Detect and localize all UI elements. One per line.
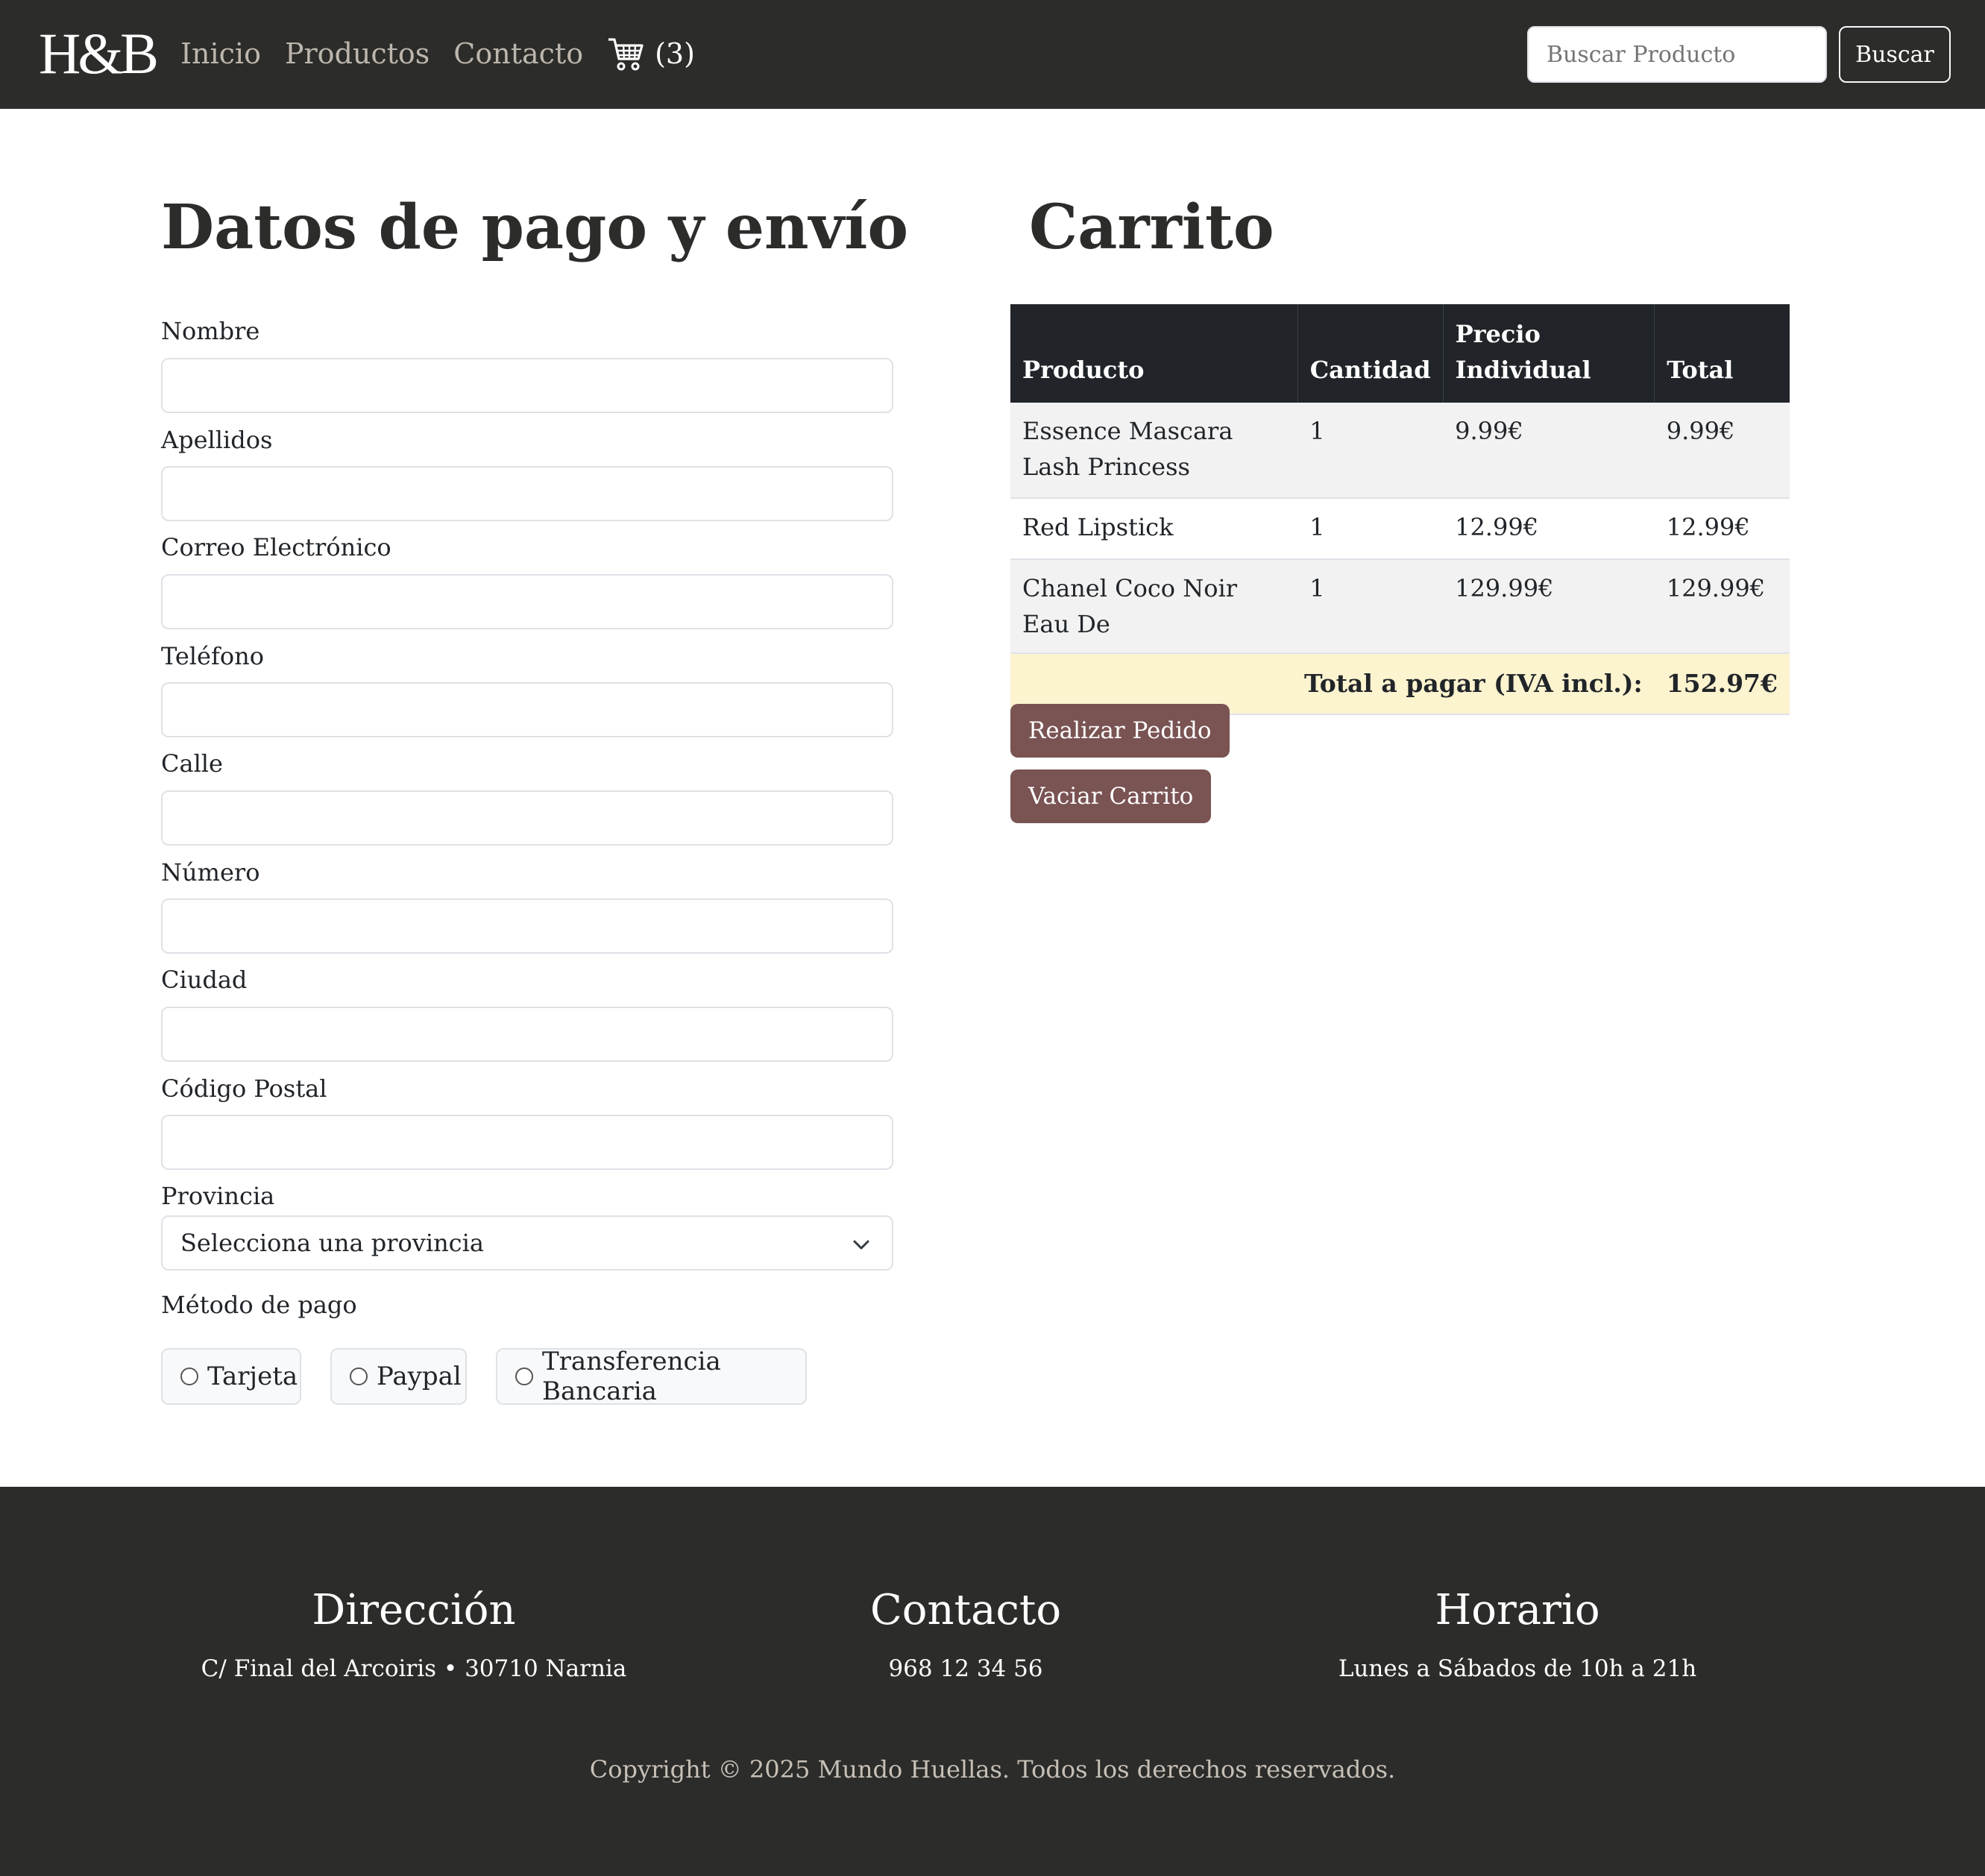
product-qty: 1	[1297, 559, 1444, 654]
copyright: Copyright © 2025 Mundo Huellas. Todos lo…	[589, 1755, 1396, 1784]
numero-field[interactable]	[161, 898, 893, 954]
payment-option-label: Tarjeta	[207, 1362, 298, 1391]
codigo-postal-field[interactable]	[161, 1115, 893, 1170]
footer-col-direccion: Dirección C/ Final del Arcoiris • 30710 …	[190, 1581, 638, 1685]
search-input[interactable]	[1527, 26, 1827, 83]
nav-link-inicio[interactable]: Inicio	[180, 33, 261, 75]
label-numero: Número	[161, 858, 260, 887]
product-price: 12.99€	[1443, 498, 1655, 560]
total-value: 152.97€	[1654, 653, 1790, 715]
calle-field[interactable]	[161, 790, 893, 846]
payment-option-label: Paypal	[377, 1362, 462, 1391]
product-qty: 1	[1297, 498, 1444, 560]
header-precio-individual: Precio Individual	[1443, 304, 1655, 403]
label-provincia: Provincia	[161, 1182, 275, 1210]
label-calle: Calle	[161, 749, 223, 778]
payment-option-tarjeta[interactable]: Tarjeta	[161, 1348, 301, 1405]
header-total: Total	[1654, 304, 1790, 403]
footer-col-contacto: Contacto 968 12 34 56	[742, 1581, 1189, 1685]
label-email: Correo Electrónico	[161, 533, 391, 561]
footer-col-horario: Horario Lunes a Sábados de 10h a 21h	[1294, 1581, 1741, 1685]
label-metodo-pago: Método de pago	[161, 1291, 357, 1319]
footer-text: 968 12 34 56	[888, 1655, 1043, 1682]
search-button[interactable]: Buscar	[1839, 26, 1951, 83]
apellidos-field[interactable]	[161, 466, 893, 521]
telefono-field[interactable]	[161, 682, 893, 737]
shopping-cart-icon	[608, 38, 644, 71]
payment-option-paypal[interactable]: Paypal	[330, 1348, 467, 1405]
product-name: Chanel Coco Noir Eau De	[1010, 559, 1298, 654]
product-total: 129.99€	[1654, 559, 1790, 654]
radio-icon[interactable]	[180, 1367, 198, 1385]
product-total: 9.99€	[1654, 403, 1790, 499]
cart-title: Carrito	[1029, 192, 1274, 263]
label-telefono: Teléfono	[161, 642, 264, 670]
product-qty: 1	[1297, 403, 1444, 499]
place-order-button[interactable]: Realizar Pedido	[1010, 704, 1230, 758]
footer-title: Contacto	[869, 1586, 1062, 1634]
provincia-selected-value: Selecciona una provincia	[180, 1229, 484, 1257]
label-apellidos: Apellidos	[161, 426, 273, 454]
nombre-field[interactable]	[161, 358, 893, 413]
table-row: Essence Mascara Lash Princess 1 9.99€ 9.…	[1010, 403, 1790, 499]
email-field[interactable]	[161, 574, 893, 629]
payment-option-transferencia[interactable]: Transferencia Bancaria	[496, 1347, 807, 1406]
header-producto: Producto	[1010, 304, 1298, 403]
radio-icon[interactable]	[350, 1367, 368, 1385]
label-nombre: Nombre	[161, 317, 260, 345]
product-price: 129.99€	[1443, 559, 1655, 654]
product-name: Red Lipstick	[1010, 498, 1298, 560]
brand-logo[interactable]: H&B	[39, 19, 159, 88]
payment-option-label: Transferencia Bancaria	[542, 1347, 721, 1406]
footer: Dirección C/ Final del Arcoiris • 30710 …	[0, 1487, 1985, 1876]
nav-links: Inicio Productos Contacto (3)	[180, 33, 695, 75]
footer-title: Dirección	[312, 1586, 516, 1634]
table-row: Chanel Coco Noir Eau De 1 129.99€ 129.99…	[1010, 559, 1790, 654]
product-price: 9.99€	[1443, 403, 1655, 499]
navbar: H&B Inicio Productos Contacto (3) Buscar	[0, 0, 1985, 109]
radio-icon[interactable]	[515, 1367, 533, 1385]
footer-title: Horario	[1435, 1586, 1600, 1634]
cart-table: Producto Cantidad Precio Individual Tota…	[1010, 304, 1790, 715]
nav-link-contacto[interactable]: Contacto	[453, 33, 583, 75]
label-codigo-postal: Código Postal	[161, 1074, 327, 1103]
footer-text: C/ Final del Arcoiris • 30710 Narnia	[201, 1655, 627, 1682]
table-row: Red Lipstick 1 12.99€ 12.99€	[1010, 498, 1790, 560]
form-title: Datos de pago y envío	[161, 192, 909, 263]
header-cantidad: Cantidad	[1297, 304, 1444, 403]
ciudad-field[interactable]	[161, 1007, 893, 1062]
footer-text: Lunes a Sábados de 10h a 21h	[1338, 1655, 1697, 1682]
provincia-select[interactable]: Selecciona una provincia	[161, 1215, 893, 1271]
cart-count: (3)	[655, 37, 695, 70]
nav-link-productos[interactable]: Productos	[285, 33, 430, 75]
empty-cart-button[interactable]: Vaciar Carrito	[1010, 769, 1212, 823]
cart-link[interactable]: (3)	[607, 37, 695, 71]
product-name: Essence Mascara Lash Princess	[1010, 403, 1298, 499]
chevron-down-icon	[853, 1240, 869, 1250]
cart-table-header: Producto Cantidad Precio Individual Tota…	[1010, 304, 1790, 403]
label-ciudad: Ciudad	[161, 966, 248, 994]
product-total: 12.99€	[1654, 498, 1790, 560]
